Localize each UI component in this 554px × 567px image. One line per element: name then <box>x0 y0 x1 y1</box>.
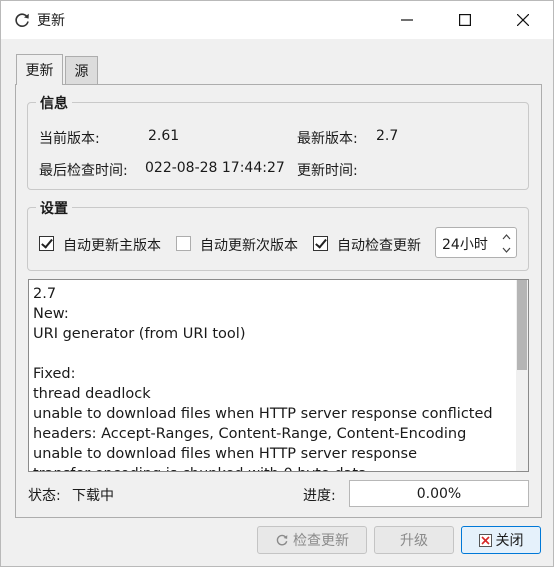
close-box-icon <box>478 533 492 547</box>
maximize-icon <box>459 14 471 26</box>
auto-update-major-checkbox[interactable] <box>39 236 54 251</box>
check-interval-spinbox[interactable]: 24小时 <box>435 227 517 258</box>
tab-update[interactable]: 更新 <box>16 54 63 85</box>
progress-value: 0.00% <box>416 485 462 502</box>
update-time-label: 更新时间: <box>297 163 358 179</box>
chevron-down-icon <box>502 247 510 253</box>
changelog-line: headers: Accept-Ranges, Content-Range, C… <box>33 426 467 442</box>
changelog-line: 2.7 <box>33 286 57 302</box>
changelog-line: thread deadlock <box>33 386 151 402</box>
auto-update-minor-label[interactable]: 自动更新次版本 <box>200 235 298 255</box>
tab-update-label: 更新 <box>25 63 54 79</box>
latest-version-value: 2.7 <box>376 128 399 144</box>
status-label: 状态: <box>28 488 61 504</box>
maximize-button[interactable] <box>436 1 494 39</box>
close-icon <box>517 14 529 26</box>
spin-down-button[interactable] <box>498 243 514 256</box>
tab-source-label: 源 <box>74 63 89 80</box>
progress-field: 0.00% <box>349 480 529 507</box>
last-check-label: 最后检查时间: <box>39 163 128 179</box>
window-title: 更新 <box>37 13 65 29</box>
auto-check-label[interactable]: 自动检查更新 <box>337 235 421 255</box>
check-interval-value[interactable]: 24小时 <box>442 234 488 254</box>
minimize-button[interactable] <box>378 1 436 39</box>
current-version-label: 当前版本: <box>39 131 100 147</box>
last-check-value: 022-08-28 17:44:27 <box>145 160 285 176</box>
chevron-up-icon <box>502 233 510 239</box>
changelog-line: URI generator (from URI tool) <box>33 326 246 342</box>
progress-label: 进度: <box>303 488 336 504</box>
latest-version-label: 最新版本: <box>297 131 358 147</box>
auto-update-major-label[interactable]: 自动更新主版本 <box>63 235 161 255</box>
upgrade-button[interactable]: 升级 <box>374 526 454 554</box>
changelog-line: New: <box>33 306 69 322</box>
refresh-icon <box>15 13 29 27</box>
changelog-line: transfer-encoding is chunked with 0 byte… <box>33 464 367 471</box>
update-dialog: 更新 更新 源 信息 当前版本: 2.61 最新版本: 2.7 最后检查时间: … <box>0 0 554 567</box>
status-value: 下载中 <box>72 488 114 504</box>
changelog-line: unable to download files when HTTP serve… <box>33 406 493 422</box>
title-bar: 更新 <box>1 1 553 39</box>
refresh-icon <box>275 533 289 547</box>
close-button[interactable]: 关闭 <box>461 526 541 554</box>
scrollbar-thumb[interactable] <box>517 280 527 370</box>
minimize-icon <box>401 19 413 21</box>
auto-check-checkbox[interactable] <box>313 236 328 251</box>
upgrade-label: 升级 <box>400 533 428 549</box>
auto-update-minor-checkbox[interactable] <box>176 236 191 251</box>
current-version-value: 2.61 <box>148 128 180 144</box>
changelog-text-area[interactable]: 2.7 New: URI generator (from URI tool) F… <box>28 279 529 472</box>
tab-source[interactable]: 源 <box>65 56 98 84</box>
close-label: 关闭 <box>495 533 524 549</box>
check-update-button[interactable]: 检查更新 <box>257 526 367 554</box>
changelog-scrollbar[interactable] <box>516 280 528 471</box>
spin-up-button[interactable] <box>498 230 514 243</box>
close-window-button[interactable] <box>494 1 552 39</box>
info-group-title: 信息 <box>36 93 72 113</box>
changelog-line: Fixed: <box>33 366 76 382</box>
check-update-label: 检查更新 <box>293 533 349 549</box>
settings-group-title: 设置 <box>36 198 72 218</box>
changelog-line: unable to download files when HTTP serve… <box>33 446 418 462</box>
